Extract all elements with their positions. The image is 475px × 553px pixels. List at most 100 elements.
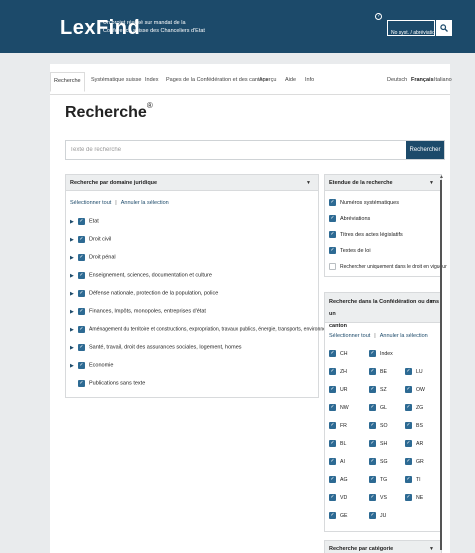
- canton-checkbox-tg[interactable]: ✓ TG: [369, 476, 387, 483]
- canton-checkbox-ur[interactable]: ✓ UR: [329, 386, 348, 393]
- checkbox-checked-icon[interactable]: ✓: [369, 440, 376, 447]
- domain-item[interactable]: ▶ ✓ Droit pénal: [70, 254, 116, 264]
- canton-checkbox-ju[interactable]: ✓ JU: [369, 512, 386, 519]
- main-search-input[interactable]: [66, 141, 396, 159]
- tab-aide[interactable]: Aide: [285, 77, 296, 83]
- checkbox-checked-icon[interactable]: ✓: [405, 494, 412, 501]
- checkbox-checked-icon[interactable]: ✓: [329, 231, 336, 238]
- checkbox-checked-icon[interactable]: ✓: [329, 386, 336, 393]
- checkbox-checked-icon[interactable]: ✓: [78, 218, 85, 225]
- canton-checkbox-vd[interactable]: ✓ VD: [329, 494, 347, 501]
- checkbox-checked-icon[interactable]: ✓: [78, 344, 85, 351]
- tab-index[interactable]: Index: [145, 77, 158, 83]
- checkbox-checked-icon[interactable]: ✓: [369, 476, 376, 483]
- checkbox-checked-icon[interactable]: ✓: [405, 386, 412, 393]
- checkbox-checked-icon[interactable]: ✓: [329, 404, 336, 411]
- checkbox-checked-icon[interactable]: ✓: [369, 422, 376, 429]
- domain-item[interactable]: ▶ ✓ Economie: [70, 362, 113, 372]
- checkbox-checked-icon[interactable]: ✓: [78, 272, 85, 279]
- checkbox-checked-icon[interactable]: ✓: [405, 404, 412, 411]
- canton-checkbox-zg[interactable]: ✓ ZG: [405, 404, 423, 411]
- canton-checkbox-vs[interactable]: ✓ VS: [369, 494, 387, 501]
- canton-checkbox-ne[interactable]: ✓ NE: [405, 494, 423, 501]
- checkbox-checked-icon[interactable]: ✓: [329, 476, 336, 483]
- canton-checkbox-ag[interactable]: ✓ AG: [329, 476, 348, 483]
- checkbox-checked-icon[interactable]: ✓: [329, 368, 336, 375]
- canton-checkbox-fr[interactable]: ✓ FR: [329, 422, 347, 429]
- domain-panel-header[interactable]: Recherche par domaine juridique ▼: [66, 175, 318, 191]
- domain-item[interactable]: ▶ ✓ Aménagement du territoire et construct…: [70, 326, 337, 336]
- checkbox-checked-icon[interactable]: ✓: [78, 236, 85, 243]
- expand-arrow-icon[interactable]: ▶: [70, 327, 78, 333]
- chevron-down-icon[interactable]: ▼: [429, 175, 434, 191]
- scope-option[interactable]: ✓ Numéros systématiques: [329, 199, 399, 206]
- checkbox-checked-icon[interactable]: ✓: [405, 440, 412, 447]
- checkbox-checked-icon[interactable]: ✓: [329, 215, 336, 222]
- lang-italiano[interactable]: Italiano: [434, 77, 452, 83]
- canton-checkbox-sh[interactable]: ✓ SH: [369, 440, 387, 447]
- canton-checkbox-bl[interactable]: ✓ BL: [329, 440, 346, 447]
- checkbox-checked-icon[interactable]: ✓: [369, 386, 376, 393]
- checkbox-checked-icon[interactable]: ✓: [369, 404, 376, 411]
- checkbox-checked-icon[interactable]: ✓: [78, 380, 85, 387]
- expand-arrow-icon[interactable]: ▶: [70, 309, 78, 315]
- tab-apercu[interactable]: Aperçu: [259, 77, 276, 83]
- domain-item[interactable]: ▶ ✓ Etat: [70, 218, 99, 228]
- checkbox-checked-icon[interactable]: ✓: [329, 350, 336, 357]
- domain-item[interactable]: ▶ ✓ Enseignement, sciences, documentation …: [70, 272, 212, 282]
- domain-item[interactable]: ▶ ✓ Défense nationale, protection de la po…: [70, 290, 218, 300]
- expand-arrow-icon[interactable]: ▶: [70, 291, 78, 297]
- lang-deutsch[interactable]: Deutsch: [387, 77, 407, 83]
- checkbox-checked-icon[interactable]: ✓: [369, 458, 376, 465]
- domain-item[interactable]: ▶ ✓ Santé, travail, droit des assurances s…: [70, 344, 242, 354]
- canton-checkbox-ar[interactable]: ✓ AR: [405, 440, 423, 447]
- canton-checkbox-sg[interactable]: ✓ SG: [369, 458, 388, 465]
- chevron-down-icon[interactable]: ▼: [429, 541, 434, 553]
- checkbox-checked-icon[interactable]: ✓: [78, 362, 85, 369]
- chevron-down-icon[interactable]: ▼: [429, 296, 434, 308]
- checkbox-checked-icon[interactable]: ✓: [78, 326, 85, 333]
- canton-checkbox-gr[interactable]: ✓ GR: [405, 458, 424, 465]
- checkbox-checked-icon[interactable]: ✓: [329, 512, 336, 519]
- checkbox-checked-icon[interactable]: ✓: [78, 290, 85, 297]
- canton-cancel-selection-link[interactable]: Annuler la sélection: [380, 333, 428, 339]
- domain-item[interactable]: ▶ ✓ Finances, Impôts, monopoles, entrepris…: [70, 308, 206, 318]
- checkbox-unchecked-icon[interactable]: [329, 263, 336, 270]
- checkbox-checked-icon[interactable]: ✓: [329, 247, 336, 254]
- tab-info[interactable]: Info: [305, 77, 314, 83]
- checkbox-checked-icon[interactable]: ✓: [405, 368, 412, 375]
- canton-checkbox-index[interactable]: ✓ Index: [369, 350, 393, 357]
- canton-checkbox-sz[interactable]: ✓ SZ: [369, 386, 387, 393]
- quick-search-field[interactable]: [387, 20, 435, 40]
- domain-select-all-link[interactable]: Sélectionner tout: [70, 200, 111, 206]
- expand-arrow-icon[interactable]: ▶: [70, 237, 78, 243]
- quick-search-button[interactable]: [436, 20, 452, 36]
- checkbox-checked-icon[interactable]: ✓: [405, 422, 412, 429]
- main-search-button[interactable]: Rechercher: [406, 141, 444, 159]
- checkbox-checked-icon[interactable]: ✓: [329, 458, 336, 465]
- tab-systematique-suisse[interactable]: Systématique suisse: [91, 77, 141, 83]
- checkbox-checked-icon[interactable]: ✓: [78, 254, 85, 261]
- expand-arrow-icon[interactable]: ▶: [70, 363, 78, 369]
- canton-checkbox-be[interactable]: ✓ BE: [369, 368, 387, 375]
- canton-checkbox-ch[interactable]: ✓ CH: [329, 350, 348, 357]
- checkbox-checked-icon[interactable]: ✓: [329, 199, 336, 206]
- scope-option[interactable]: ✓ Abréviations: [329, 215, 370, 222]
- quick-search-input[interactable]: [388, 26, 434, 40]
- domain-item[interactable]: ✓ Publications sans texte: [78, 380, 145, 390]
- scrollbar[interactable]: [440, 180, 442, 550]
- canton-checkbox-lu[interactable]: ✓ LU: [405, 368, 423, 375]
- scope-option[interactable]: ✓ Textes de loi: [329, 247, 371, 254]
- scope-option[interactable]: ✓ Titres des actes législatifs: [329, 231, 403, 238]
- checkbox-checked-icon[interactable]: ✓: [369, 494, 376, 501]
- checkbox-checked-icon[interactable]: ✓: [369, 350, 376, 357]
- expand-arrow-icon[interactable]: ▶: [70, 273, 78, 279]
- canton-checkbox-gl[interactable]: ✓ GL: [369, 404, 387, 411]
- checkbox-checked-icon[interactable]: ✓: [329, 440, 336, 447]
- checkbox-checked-icon[interactable]: ✓: [405, 458, 412, 465]
- tab-pages-confederation[interactable]: Pages de la Confédération et des cantons: [166, 77, 268, 83]
- canton-checkbox-ai[interactable]: ✓ AI: [329, 458, 345, 465]
- checkbox-checked-icon[interactable]: ✓: [78, 308, 85, 315]
- canton-checkbox-ow[interactable]: ✓ OW: [405, 386, 425, 393]
- tab-recherche[interactable]: Recherche: [50, 72, 85, 92]
